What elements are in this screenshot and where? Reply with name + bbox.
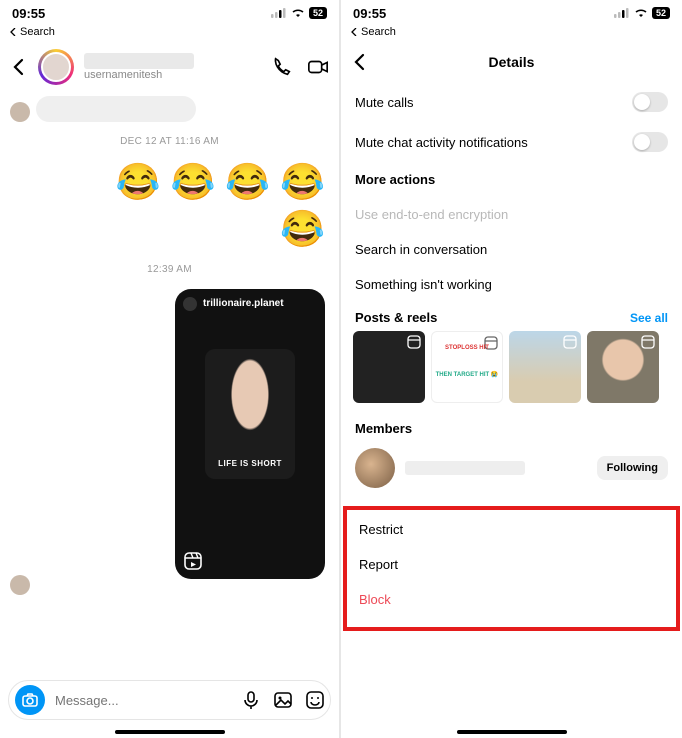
header-actions <box>271 56 329 78</box>
reel-author: trillionaire.planet <box>183 297 284 311</box>
wifi-icon <box>291 8 305 18</box>
video-call-icon[interactable] <box>307 56 329 78</box>
timestamp: 12:39 AM <box>10 264 329 275</box>
details-title: Details <box>489 54 535 70</box>
details-header: Details <box>341 42 682 82</box>
back-search-label: Search <box>361 26 396 38</box>
cellular-icon <box>271 8 287 18</box>
more-actions-heading: More actions <box>341 162 682 197</box>
mute-chat-toggle[interactable] <box>632 132 668 152</box>
tile-text: THEN TARGET HIT 😭 <box>432 371 502 378</box>
display-name-redacted <box>84 53 194 69</box>
emoji-message[interactable]: 😂 <box>10 208 329 249</box>
cellular-icon <box>614 8 630 18</box>
status-bar: 09:55 52 <box>0 0 339 26</box>
camera-icon <box>22 692 38 708</box>
back-search-label: Search <box>20 26 55 38</box>
status-time: 09:55 <box>12 6 45 21</box>
member-name-redacted <box>405 461 525 475</box>
story-avatar[interactable] <box>38 49 74 85</box>
reel-caption: LIFE IS SHORT <box>175 459 325 468</box>
message-input[interactable] <box>55 693 231 708</box>
avatar <box>10 575 30 595</box>
row-label: Use end-to-end encryption <box>355 207 508 222</box>
restrict-action[interactable]: Restrict <box>353 512 670 547</box>
sticker-icon[interactable] <box>305 690 325 710</box>
header-name-block[interactable]: usernamenitesh <box>84 53 261 81</box>
battery-badge: 52 <box>652 7 670 19</box>
e2ee-row: Use end-to-end encryption <box>341 197 682 232</box>
audio-call-icon[interactable] <box>271 56 293 78</box>
composer-actions <box>241 690 329 710</box>
member-row[interactable]: Following <box>341 442 682 500</box>
home-indicator <box>115 730 225 734</box>
back-icon[interactable] <box>10 58 28 76</box>
message-composer <box>8 680 331 720</box>
chat-screen: 09:55 52 Search usernamenitesh DEC 12 AT… <box>0 0 341 738</box>
status-bar: 09:55 52 <box>341 0 682 26</box>
posts-reels-header: Posts & reels See all <box>341 302 682 331</box>
see-all-link[interactable]: See all <box>630 311 668 325</box>
block-action[interactable]: Block <box>353 582 670 617</box>
incoming-message <box>10 96 329 122</box>
chat-header: usernamenitesh <box>0 42 339 92</box>
back-to-search[interactable]: Search <box>0 26 339 42</box>
reel-icon <box>641 335 655 349</box>
gallery-icon[interactable] <box>273 690 293 710</box>
avatar <box>10 102 30 122</box>
caret-left-icon <box>351 28 359 36</box>
following-button[interactable]: Following <box>597 456 668 480</box>
row-label: Mute chat activity notifications <box>355 135 528 150</box>
status-time: 09:55 <box>353 6 386 21</box>
post-tile[interactable]: STOPLOSS HIT THEN TARGET HIT 😭 <box>431 331 503 403</box>
shared-reel[interactable]: trillionaire.planet LIFE IS SHORT <box>175 289 325 579</box>
caret-left-icon <box>10 28 18 36</box>
status-right: 52 <box>614 7 670 19</box>
camera-button[interactable] <box>15 685 45 715</box>
row-label: Something isn't working <box>355 277 492 292</box>
mute-chat-row[interactable]: Mute chat activity notifications <box>341 122 682 162</box>
tile-text: STOPLOSS HIT <box>432 345 502 351</box>
message-bubble[interactable] <box>36 96 196 122</box>
search-conversation-row[interactable]: Search in conversation <box>341 232 682 267</box>
heading-label: More actions <box>355 172 435 187</box>
section-title: Posts & reels <box>355 310 437 325</box>
header-username: usernamenitesh <box>84 69 261 81</box>
chat-body: DEC 12 AT 11:16 AM 😂 😂 😂 😂 😂 12:39 AM tr… <box>0 96 339 605</box>
battery-badge: 52 <box>309 7 327 19</box>
back-to-search[interactable]: Search <box>341 26 682 42</box>
details-screen: 09:55 52 Search Details Mute calls Mute … <box>341 0 682 738</box>
reel-icon <box>183 551 203 571</box>
mute-calls-row[interactable]: Mute calls <box>341 82 682 122</box>
timestamp: DEC 12 AT 11:16 AM <box>10 136 329 147</box>
status-right: 52 <box>271 7 327 19</box>
mic-icon[interactable] <box>241 690 261 710</box>
post-tile[interactable] <box>587 331 659 403</box>
row-label: Search in conversation <box>355 242 487 257</box>
post-tile[interactable] <box>353 331 425 403</box>
reel-icon <box>407 335 421 349</box>
post-tile[interactable] <box>509 331 581 403</box>
row-label: Mute calls <box>355 95 414 110</box>
wifi-icon <box>634 8 648 18</box>
reel-icon <box>563 335 577 349</box>
section-title: Members <box>355 421 412 436</box>
home-indicator <box>457 730 567 734</box>
avatar <box>355 448 395 488</box>
highlighted-actions: Restrict Report Block <box>343 506 680 631</box>
posts-reels-row: STOPLOSS HIT THEN TARGET HIT 😭 <box>341 331 682 413</box>
emoji-message[interactable]: 😂 😂 😂 😂 <box>10 161 329 202</box>
reel-author-name: trillionaire.planet <box>203 298 284 309</box>
not-working-row[interactable]: Something isn't working <box>341 267 682 302</box>
back-icon[interactable] <box>351 53 369 71</box>
mute-calls-toggle[interactable] <box>632 92 668 112</box>
members-header: Members <box>341 413 682 442</box>
report-action[interactable]: Report <box>353 547 670 582</box>
avatar <box>183 297 197 311</box>
